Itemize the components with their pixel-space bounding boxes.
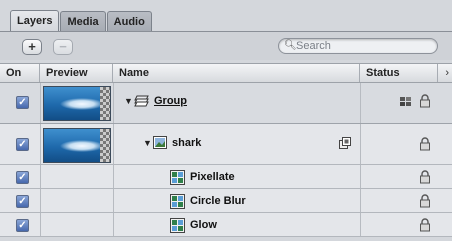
- layer-name[interactable]: Circle Blur: [190, 195, 246, 207]
- lock-icon[interactable]: [419, 218, 431, 232]
- layer-row-shark[interactable]: ✓ ▼ shark: [0, 124, 452, 165]
- layer-name[interactable]: Pixellate: [190, 171, 235, 183]
- column-preview[interactable]: Preview: [40, 64, 113, 82]
- lock-icon[interactable]: [419, 137, 431, 151]
- tab-media[interactable]: Media: [60, 11, 106, 32]
- column-status[interactable]: Status: [360, 64, 438, 82]
- column-more-icon[interactable]: ›: [445, 64, 449, 82]
- lock-icon[interactable]: [419, 170, 431, 184]
- layer-enable-checkbox[interactable]: ✓: [16, 171, 29, 184]
- layer-options-icon[interactable]: [339, 137, 351, 149]
- add-layer-button[interactable]: +: [22, 39, 42, 55]
- layer-name[interactable]: Glow: [190, 219, 217, 231]
- image-layer-icon: [153, 136, 167, 149]
- remove-layer-button[interactable]: −: [53, 39, 73, 55]
- layer-name[interactable]: Group: [154, 95, 187, 107]
- search-field[interactable]: 🔍︎ Search: [278, 38, 438, 54]
- tab-layers[interactable]: Layers: [10, 10, 60, 32]
- layer-preview-thumbnail: [43, 128, 111, 163]
- filter-icon: [170, 218, 185, 233]
- search-placeholder: Search: [296, 40, 331, 52]
- layer-row-group[interactable]: ✓ ▼ Group: [0, 83, 452, 124]
- group-layers-icon: [134, 95, 149, 107]
- layer-preview-thumbnail: [43, 86, 111, 121]
- layer-enable-checkbox[interactable]: ✓: [16, 138, 29, 151]
- tab-bar: Layers Media Audio: [10, 10, 153, 32]
- layer-enable-checkbox[interactable]: ✓: [16, 96, 29, 109]
- column-name[interactable]: Name: [113, 64, 360, 82]
- layer-enable-checkbox[interactable]: ✓: [16, 219, 29, 232]
- layer-row-glow[interactable]: ✓ Glow: [0, 213, 452, 237]
- disclosure-triangle-icon[interactable]: ▼: [124, 96, 133, 106]
- column-header: On Preview Name Status ›: [0, 63, 452, 83]
- column-on[interactable]: On: [0, 64, 40, 82]
- filter-icon: [170, 170, 185, 185]
- lock-icon[interactable]: [419, 94, 431, 108]
- filter-icon: [170, 194, 185, 209]
- layer-row-pixellate[interactable]: ✓ Pixellate: [0, 165, 452, 189]
- search-icon: 🔍︎: [284, 40, 297, 51]
- layer-enable-checkbox[interactable]: ✓: [16, 195, 29, 208]
- lock-icon[interactable]: [419, 194, 431, 208]
- disclosure-triangle-icon[interactable]: ▼: [143, 138, 152, 148]
- tab-audio[interactable]: Audio: [106, 11, 152, 32]
- layer-row-circle-blur[interactable]: ✓ Circle Blur: [0, 189, 452, 213]
- group-status-icon: [400, 97, 411, 106]
- layer-name[interactable]: shark: [172, 137, 201, 149]
